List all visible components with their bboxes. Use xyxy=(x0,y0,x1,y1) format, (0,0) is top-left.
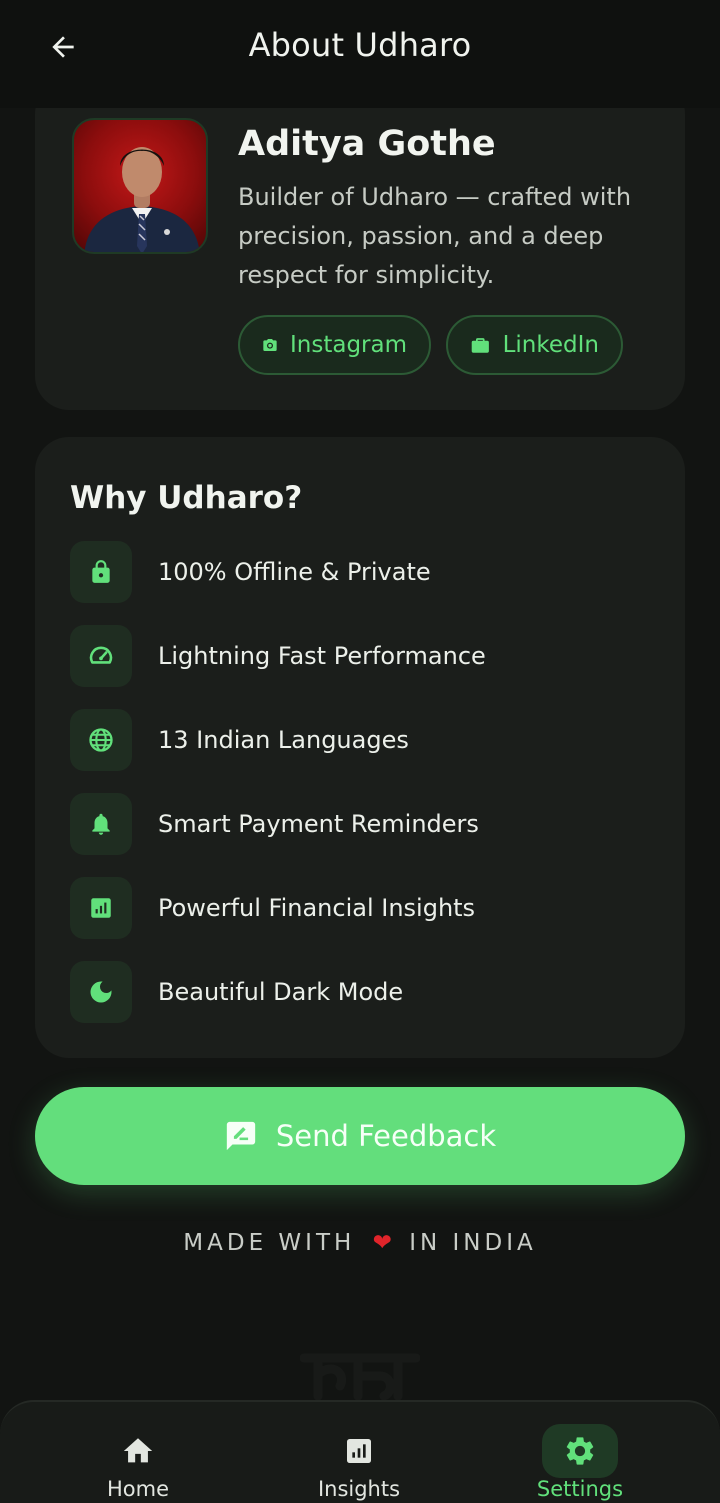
made-with-prefix: MADE WITH xyxy=(183,1230,356,1256)
home-icon xyxy=(123,1438,153,1463)
feature-label: Powerful Financial Insights xyxy=(158,894,476,922)
linkedin-button[interactable]: LinkedIn xyxy=(446,315,623,375)
send-feedback-button[interactable]: Send Feedback xyxy=(35,1087,685,1185)
feature-item-reminders: Smart Payment Reminders xyxy=(70,793,479,855)
feature-item-performance: Lightning Fast Performance xyxy=(70,625,486,687)
app-bar: About Udharo xyxy=(0,0,720,108)
moon-icon xyxy=(90,981,112,1003)
camera-icon xyxy=(263,339,277,351)
speedometer-icon xyxy=(89,646,113,664)
feature-item-offline: 100% Offline & Private xyxy=(70,541,431,603)
feature-item-insights: Powerful Financial Insights xyxy=(70,877,475,939)
watermark-logo xyxy=(299,1352,421,1402)
made-in-india-text: MADE WITH ❤ IN INDIA xyxy=(0,1230,720,1256)
feature-label: Smart Payment Reminders xyxy=(158,810,479,838)
nav-item-home[interactable]: Home xyxy=(38,1402,238,1503)
feature-label: Beautiful Dark Mode xyxy=(158,978,404,1006)
nav-item-insights[interactable]: Insights xyxy=(259,1402,459,1503)
feedback-icon xyxy=(226,1121,255,1151)
send-feedback-label: Send Feedback xyxy=(275,1119,497,1153)
developer-card: Aditya Gothe Builder of Udharo — crafted… xyxy=(35,80,685,410)
linkedin-label: LinkedIn xyxy=(502,332,599,358)
feature-label: Lightning Fast Performance xyxy=(158,642,486,670)
bottom-navigation: Home Insights Settings xyxy=(0,1400,720,1503)
bar-chart-icon xyxy=(91,898,111,918)
why-udharo-card: Why Udharo? 100% Offline & Private Light… xyxy=(35,437,685,1058)
feature-label: 13 Indian Languages xyxy=(158,726,409,754)
nav-label-home: Home xyxy=(106,1477,169,1501)
section-title: Why Udharo? xyxy=(70,480,303,516)
lock-icon xyxy=(92,560,110,583)
gear-icon xyxy=(566,1437,594,1465)
instagram-label: Instagram xyxy=(289,332,407,358)
feature-item-languages: 13 Indian Languages xyxy=(70,709,409,771)
developer-bio: Builder of Udharo — crafted with precisi… xyxy=(238,183,632,289)
nav-label-settings: Settings xyxy=(536,1477,624,1501)
feature-label: 100% Offline & Private xyxy=(158,558,431,586)
avatar xyxy=(72,118,208,254)
heart-icon: ❤ xyxy=(372,1230,392,1256)
insights-icon xyxy=(347,1439,371,1463)
developer-name: Aditya Gothe xyxy=(238,124,496,164)
globe-icon xyxy=(89,728,113,752)
instagram-button[interactable]: Instagram xyxy=(238,315,431,375)
made-with-suffix: IN INDIA xyxy=(409,1230,537,1256)
nav-item-settings[interactable]: Settings xyxy=(480,1402,680,1503)
feature-item-dark-mode: Beautiful Dark Mode xyxy=(70,961,403,1023)
bell-icon xyxy=(92,813,110,835)
page-title: About Udharo xyxy=(248,26,472,64)
nav-label-insights: Insights xyxy=(317,1477,401,1501)
briefcase-icon xyxy=(471,338,489,353)
